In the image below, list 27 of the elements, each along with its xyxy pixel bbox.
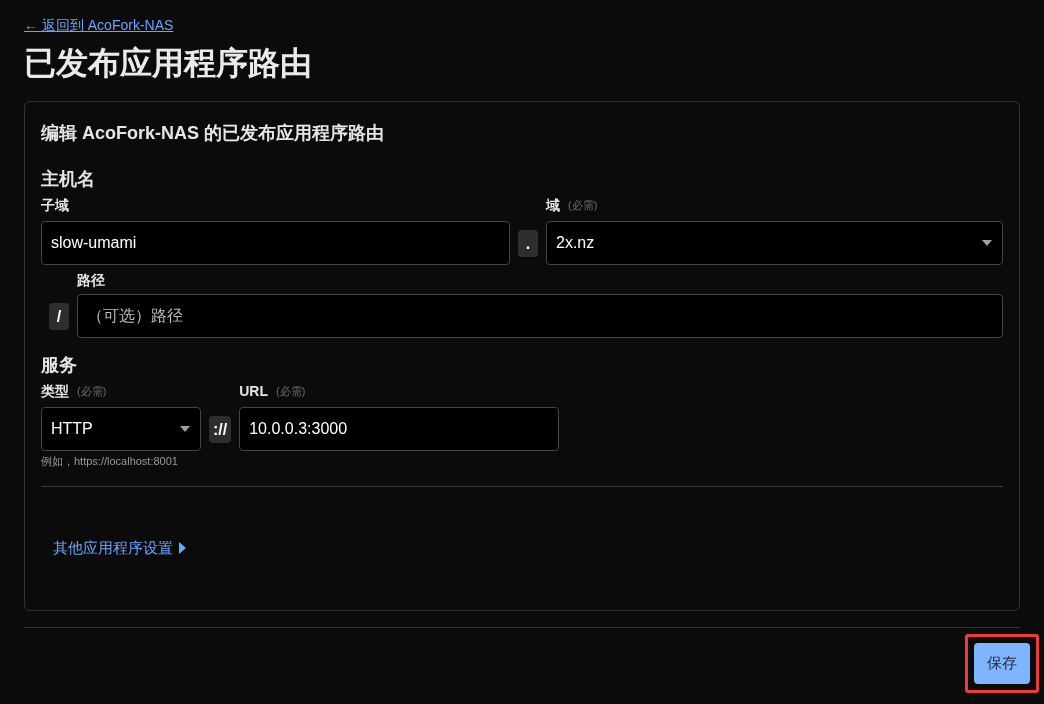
section-heading: 主机名 — [41, 168, 96, 191]
path-input[interactable]: （可选）路径 — [77, 294, 1003, 338]
required-note: (必需) — [77, 384, 107, 399]
required-note: (必需) — [276, 384, 306, 399]
subdomain-input[interactable]: slow-umami — [41, 221, 510, 265]
card-heading: 编辑 AcoFork-NAS 的已发布应用程序路由 — [41, 122, 385, 145]
section-heading: 服务 — [41, 354, 78, 377]
caret-right-icon — [179, 541, 186, 554]
back-link[interactable]: ← 返回到 AcoFork-NAS — [24, 17, 174, 33]
url-input[interactable]: 10.0.0.3:3000 — [239, 407, 560, 451]
field-hint: 例如，https://localhost:8001 — [41, 454, 179, 469]
dot-separator: . — [518, 229, 538, 257]
save-button[interactable]: 保存 — [974, 643, 1030, 684]
type-select[interactable]: HTTP — [41, 407, 201, 451]
domain-select[interactable]: 2x.nz — [546, 221, 1003, 265]
field-label: 路径 — [77, 271, 106, 290]
scheme-separator: :// — [209, 415, 232, 443]
more-settings-toggle[interactable]: 其他应用程序设置 — [53, 536, 186, 559]
dropdown-caret-icon — [179, 425, 191, 433]
field-label: 子域 — [41, 196, 70, 215]
slash-prefix: / — [49, 302, 69, 330]
field-label: 类型 — [41, 382, 69, 401]
field-label: URL — [239, 382, 268, 401]
page-title: 已发布应用程序路由 — [24, 44, 313, 83]
required-note: (必需) — [568, 198, 598, 213]
dropdown-caret-icon — [981, 239, 993, 247]
field-label: 域 — [546, 196, 560, 215]
